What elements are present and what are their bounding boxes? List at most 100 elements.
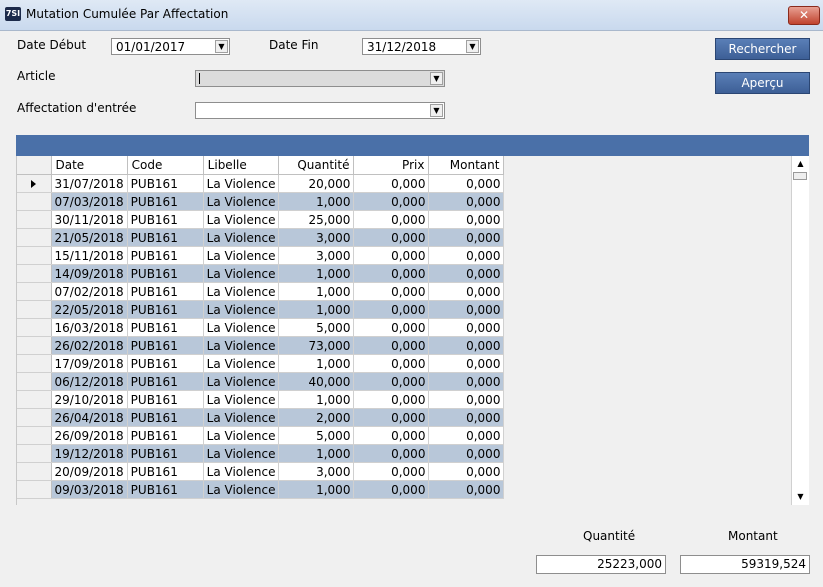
close-button[interactable]: ✕ (788, 6, 820, 25)
cell-code[interactable]: PUB161 (127, 282, 204, 301)
cell-prix[interactable]: 0,000 (353, 192, 430, 211)
grid-scrollbar[interactable]: ▲ ▼ (791, 156, 809, 505)
cell-quantite[interactable]: 3,000 (278, 462, 355, 481)
cell-montant[interactable]: 0,000 (428, 462, 505, 481)
row-selector[interactable] (17, 336, 52, 355)
cell-libelle[interactable]: La Violence (203, 228, 280, 247)
cell-prix[interactable]: 0,000 (353, 426, 430, 445)
cell-prix[interactable]: 0,000 (353, 318, 430, 337)
cell-prix[interactable]: 0,000 (353, 354, 430, 373)
cell-code[interactable]: PUB161 (127, 336, 204, 355)
col-header-quantite[interactable]: Quantité (278, 156, 355, 175)
row-selector[interactable] (17, 426, 52, 445)
apercu-button[interactable]: Aperçu (715, 72, 810, 94)
cell-quantite[interactable]: 3,000 (278, 246, 355, 265)
cell-montant[interactable]: 0,000 (428, 354, 505, 373)
chevron-down-icon[interactable]: ▼ (430, 104, 443, 117)
cell-montant[interactable]: 0,000 (428, 336, 505, 355)
cell-date[interactable]: 09/03/2018 (51, 480, 128, 499)
cell-date[interactable]: 14/09/2018 (51, 264, 128, 283)
table-row[interactable]: 22/05/2018 PUB161 La Violence 1,000 0,000 0,0… (17, 300, 505, 319)
row-selector[interactable] (17, 480, 52, 499)
row-selector[interactable] (17, 354, 52, 373)
table-row[interactable]: 30/11/2018 PUB161 La Violence 25,000 0,000 0,… (17, 210, 505, 229)
cell-date[interactable]: 07/02/2018 (51, 282, 128, 301)
row-selector[interactable] (17, 192, 52, 211)
cell-quantite[interactable]: 1,000 (278, 354, 355, 373)
cell-date[interactable]: 30/11/2018 (51, 210, 128, 229)
table-row[interactable]: 14/09/2018 PUB161 La Violence 1,000 0,000 0,0… (17, 264, 505, 283)
table-row[interactable]: 15/11/2018 PUB161 La Violence 3,000 0,000 0,0… (17, 246, 505, 265)
row-selector[interactable] (17, 444, 52, 463)
cell-code[interactable]: PUB161 (127, 426, 204, 445)
cell-code[interactable]: PUB161 (127, 390, 204, 409)
table-row[interactable]: 21/05/2018 PUB161 La Violence 3,000 0,000 0,0… (17, 228, 505, 247)
cell-date[interactable]: 26/02/2018 (51, 336, 128, 355)
cell-code[interactable]: PUB161 (127, 246, 204, 265)
cell-prix[interactable]: 0,000 (353, 282, 430, 301)
cell-libelle[interactable]: La Violence (203, 246, 280, 265)
cell-code[interactable]: PUB161 (127, 372, 204, 391)
cell-quantite[interactable]: 2,000 (278, 408, 355, 427)
date-fin-picker[interactable]: 31/12/2018 ▼ (362, 38, 481, 55)
cell-prix[interactable]: 0,000 (353, 408, 430, 427)
row-selector[interactable] (17, 318, 52, 337)
cell-code[interactable]: PUB161 (127, 192, 204, 211)
cell-quantite[interactable]: 3,000 (278, 228, 355, 247)
table-row[interactable]: 07/03/2018 PUB161 La Violence 1,000 0,000 0,0… (17, 192, 505, 211)
cell-montant[interactable]: 0,000 (428, 300, 505, 319)
cell-code[interactable]: PUB161 (127, 408, 204, 427)
cell-libelle[interactable]: La Violence (203, 192, 280, 211)
row-selector[interactable] (17, 372, 52, 391)
cell-prix[interactable]: 0,000 (353, 390, 430, 409)
cell-code[interactable]: PUB161 (127, 300, 204, 319)
row-selector[interactable] (17, 282, 52, 301)
table-row[interactable]: 29/10/2018 PUB161 La Violence 1,000 0,000 0,0… (17, 390, 505, 409)
table-row[interactable]: 26/09/2018 PUB161 La Violence 5,000 0,000 0,0… (17, 426, 505, 445)
cell-code[interactable]: PUB161 (127, 444, 204, 463)
cell-prix[interactable]: 0,000 (353, 228, 430, 247)
cell-quantite[interactable]: 20,000 (278, 174, 355, 193)
cell-montant[interactable]: 0,000 (428, 192, 505, 211)
table-row[interactable]: 26/02/2018 PUB161 La Violence 73,000 0,000 0,… (17, 336, 505, 355)
cell-libelle[interactable]: La Violence (203, 390, 280, 409)
cell-montant[interactable]: 0,000 (428, 282, 505, 301)
cell-prix[interactable]: 0,000 (353, 246, 430, 265)
cell-date[interactable]: 22/05/2018 (51, 300, 128, 319)
cell-quantite[interactable]: 1,000 (278, 282, 355, 301)
table-row[interactable]: 19/12/2018 PUB161 La Violence 1,000 0,000 0,0… (17, 444, 505, 463)
cell-date[interactable]: 06/12/2018 (51, 372, 128, 391)
cell-montant[interactable]: 0,000 (428, 444, 505, 463)
cell-quantite[interactable]: 25,000 (278, 210, 355, 229)
cell-prix[interactable]: 0,000 (353, 210, 430, 229)
cell-quantite[interactable]: 40,000 (278, 372, 355, 391)
cell-montant[interactable]: 0,000 (428, 246, 505, 265)
chevron-down-icon[interactable]: ▼ (430, 72, 443, 85)
scroll-up-icon[interactable]: ▲ (792, 156, 809, 172)
cell-prix[interactable]: 0,000 (353, 444, 430, 463)
scroll-thumb[interactable] (793, 172, 807, 180)
cell-montant[interactable]: 0,000 (428, 318, 505, 337)
cell-code[interactable]: PUB161 (127, 462, 204, 481)
cell-montant[interactable]: 0,000 (428, 228, 505, 247)
cell-prix[interactable]: 0,000 (353, 372, 430, 391)
col-header-date[interactable]: Date (51, 156, 128, 175)
table-row[interactable]: 26/04/2018 PUB161 La Violence 2,000 0,000 0,0… (17, 408, 505, 427)
cell-date[interactable]: 29/10/2018 (51, 390, 128, 409)
article-select[interactable]: ▼ (195, 70, 445, 87)
cell-montant[interactable]: 0,000 (428, 408, 505, 427)
cell-prix[interactable]: 0,000 (353, 174, 430, 193)
table-row[interactable]: 16/03/2018 PUB161 La Violence 5,000 0,000 0,0… (17, 318, 505, 337)
cell-libelle[interactable]: La Violence (203, 354, 280, 373)
table-row[interactable]: 06/12/2018 PUB161 La Violence 40,000 0,000 0,… (17, 372, 505, 391)
cell-date[interactable]: 21/05/2018 (51, 228, 128, 247)
cell-libelle[interactable]: La Violence (203, 462, 280, 481)
cell-montant[interactable]: 0,000 (428, 372, 505, 391)
cell-quantite[interactable]: 5,000 (278, 318, 355, 337)
cell-quantite[interactable]: 1,000 (278, 480, 355, 499)
cell-prix[interactable]: 0,000 (353, 480, 430, 499)
cell-libelle[interactable]: La Violence (203, 210, 280, 229)
rechercher-button[interactable]: Rechercher (715, 38, 810, 60)
cell-code[interactable]: PUB161 (127, 318, 204, 337)
cell-libelle[interactable]: La Violence (203, 318, 280, 337)
